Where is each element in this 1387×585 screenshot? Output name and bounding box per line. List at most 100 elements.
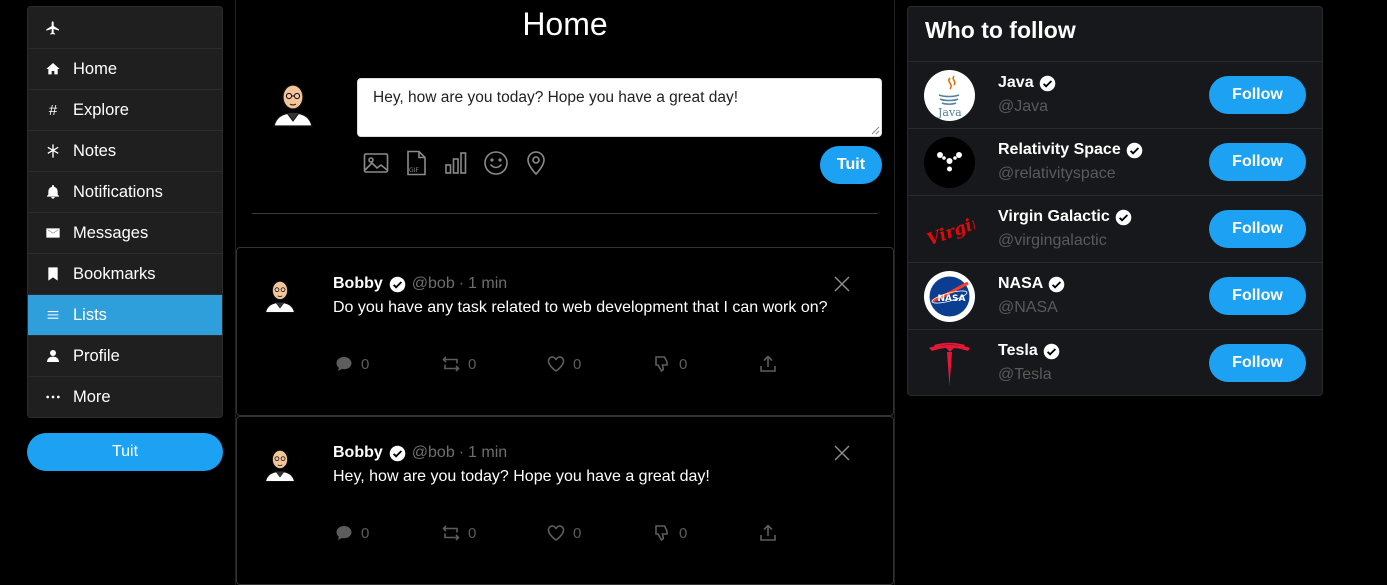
who-to-follow-panel: Who to follow Java Java @Java Follow Rel… bbox=[907, 6, 1323, 396]
sidebar-item-home[interactable]: Home bbox=[28, 48, 222, 89]
heart-icon bbox=[547, 356, 565, 372]
sidebar-item-label: More bbox=[73, 387, 111, 406]
tweet-timestamp: 1 min bbox=[468, 444, 508, 461]
avatar[interactable] bbox=[268, 78, 318, 128]
share-icon bbox=[760, 524, 776, 541]
user-icon bbox=[44, 347, 62, 365]
verified-icon bbox=[1043, 343, 1060, 359]
reply-button[interactable]: 0 bbox=[335, 354, 369, 374]
retuit-button[interactable]: 0 bbox=[442, 523, 476, 543]
java-logo[interactable]: Java bbox=[924, 70, 975, 121]
follow-suggestion: Virgin Virgin Galactic @virgingalactic F… bbox=[908, 195, 1322, 262]
sidebar-item-label: Lists bbox=[73, 305, 107, 324]
tweet-separator: · bbox=[458, 444, 465, 461]
compose-tuit-button[interactable]: Tuit bbox=[820, 146, 882, 184]
relativity-logo[interactable] bbox=[924, 137, 975, 188]
tweet-author-handle[interactable]: @bob bbox=[412, 444, 455, 462]
dislike-button[interactable]: 0 bbox=[653, 354, 687, 374]
account-name[interactable]: Relativity Space bbox=[998, 141, 1149, 159]
verified-icon bbox=[389, 445, 406, 461]
follow-suggestion: NASA NASA @NASA Follow bbox=[908, 262, 1322, 329]
location-icon[interactable] bbox=[523, 149, 549, 177]
tweet-author-handle[interactable]: @bob bbox=[412, 275, 455, 293]
poll-icon[interactable] bbox=[443, 149, 469, 177]
tweet-timestamp: 1 min bbox=[468, 275, 508, 292]
follow-button[interactable]: Follow bbox=[1209, 344, 1306, 382]
account-handle[interactable]: @relativityspace bbox=[998, 165, 1116, 183]
tweet-header: Bobby @bob · 1 min bbox=[333, 444, 507, 462]
account-name[interactable]: Virgin Galactic bbox=[998, 208, 1138, 226]
follow-button[interactable]: Follow bbox=[1209, 76, 1306, 114]
follow-suggestion: Tesla @Tesla Follow bbox=[908, 329, 1322, 396]
tweet-card[interactable]: Bobby @bob · 1 min Hey, how are you toda… bbox=[236, 416, 894, 585]
page-title: Home bbox=[522, 6, 608, 42]
account-handle[interactable]: @Tesla bbox=[998, 366, 1052, 384]
sidebar-item-label: Home bbox=[73, 59, 118, 78]
retuit-count: 0 bbox=[468, 524, 477, 542]
account-name-text: Java bbox=[998, 74, 1034, 91]
sidebar-item-explore[interactable]: # Explore bbox=[28, 89, 222, 130]
sidebar-item-logo[interactable] bbox=[28, 7, 222, 48]
follow-button[interactable]: Follow bbox=[1209, 210, 1306, 248]
image-icon[interactable] bbox=[363, 149, 389, 177]
account-name-text: NASA bbox=[998, 275, 1044, 292]
follow-button[interactable]: Follow bbox=[1209, 143, 1306, 181]
like-button[interactable]: 0 bbox=[547, 354, 581, 374]
sidebar-item-more[interactable]: More bbox=[28, 376, 222, 417]
tesla-logo[interactable] bbox=[924, 338, 975, 389]
account-name-text: Tesla bbox=[998, 342, 1038, 359]
retuit-count: 0 bbox=[468, 355, 477, 373]
tweet-separator: · bbox=[458, 275, 465, 292]
account-name[interactable]: NASA bbox=[998, 275, 1071, 293]
tweet-card[interactable]: Bobby @bob · 1 min Do you have any task … bbox=[236, 247, 894, 416]
reply-count: 0 bbox=[361, 355, 370, 373]
nasa-logo[interactable]: NASA bbox=[924, 271, 975, 322]
retweet-icon bbox=[442, 525, 460, 541]
retuit-button[interactable]: 0 bbox=[442, 354, 476, 374]
comment-icon bbox=[336, 526, 352, 540]
sidebar-item-notifications[interactable]: Notifications bbox=[28, 171, 222, 212]
follow-button[interactable]: Follow bbox=[1209, 277, 1306, 315]
sidebar-item-label: Messages bbox=[73, 223, 149, 242]
close-icon[interactable] bbox=[833, 444, 851, 462]
retweet-icon bbox=[442, 356, 460, 372]
share-button[interactable] bbox=[759, 523, 777, 543]
verified-icon bbox=[389, 276, 406, 292]
gif-icon[interactable]: GIF bbox=[403, 149, 429, 177]
resize-grip-icon[interactable] bbox=[870, 125, 880, 135]
sidebar-item-lists[interactable]: Lists bbox=[28, 294, 222, 335]
verified-icon bbox=[1039, 75, 1055, 91]
sidebar-item-bookmarks[interactable]: Bookmarks bbox=[28, 253, 222, 294]
account-name[interactable]: Tesla bbox=[998, 342, 1066, 360]
sidebar-item-messages[interactable]: Messages bbox=[28, 212, 222, 253]
airplane-icon bbox=[44, 19, 62, 37]
sidebar-item-notes[interactable]: Notes bbox=[28, 130, 222, 171]
avatar[interactable] bbox=[261, 276, 299, 314]
like-count: 0 bbox=[573, 355, 582, 373]
account-name[interactable]: Java bbox=[998, 74, 1062, 92]
tweet-author-name[interactable]: Bobby bbox=[333, 275, 383, 293]
sidebar-item-label: Bookmarks bbox=[73, 264, 156, 283]
account-handle[interactable]: @virgingalactic bbox=[998, 232, 1107, 250]
reply-count: 0 bbox=[361, 524, 370, 542]
compose-input[interactable]: Hey, how are you today? Hope you have a … bbox=[357, 78, 882, 137]
share-button[interactable] bbox=[759, 354, 777, 374]
virgin-logo[interactable]: Virgin bbox=[924, 204, 975, 255]
list-icon bbox=[44, 306, 62, 324]
who-to-follow-title: Who to follow bbox=[925, 17, 1076, 43]
svg-text:Virgin: Virgin bbox=[924, 211, 975, 250]
thumbs-down-icon bbox=[655, 525, 668, 542]
avatar[interactable] bbox=[261, 445, 299, 483]
tweet-author-name[interactable]: Bobby bbox=[333, 444, 383, 462]
tweet-header: Bobby @bob · 1 min bbox=[333, 275, 507, 293]
account-handle[interactable]: @Java bbox=[998, 98, 1048, 116]
sidebar-tuit-button[interactable]: Tuit bbox=[27, 433, 223, 471]
reply-button[interactable]: 0 bbox=[335, 523, 369, 543]
emoji-icon[interactable] bbox=[483, 149, 509, 177]
account-handle[interactable]: @NASA bbox=[998, 299, 1058, 317]
sidebar-item-label: Notifications bbox=[73, 182, 163, 201]
close-icon[interactable] bbox=[833, 275, 851, 293]
dislike-button[interactable]: 0 bbox=[653, 523, 687, 543]
like-button[interactable]: 0 bbox=[547, 523, 581, 543]
sidebar-item-profile[interactable]: Profile bbox=[28, 335, 222, 376]
